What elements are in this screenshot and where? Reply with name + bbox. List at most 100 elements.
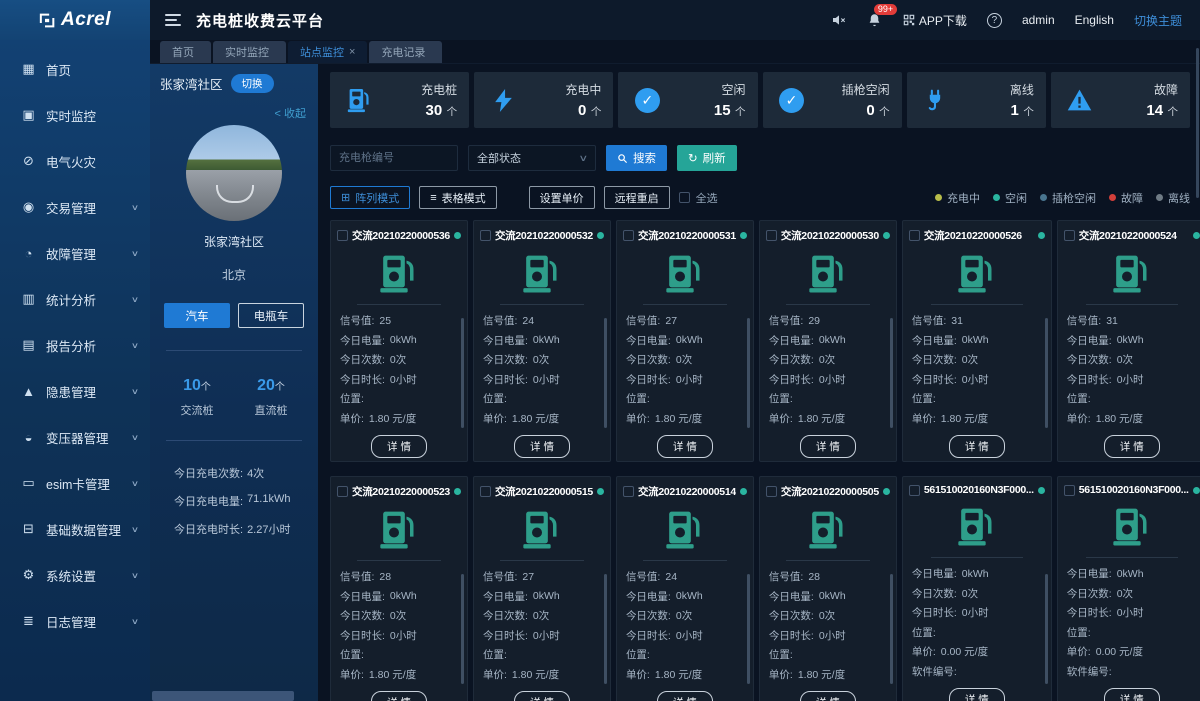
card-scrollbar[interactable] <box>889 318 893 428</box>
station-photo <box>186 125 282 221</box>
sidebar-item[interactable]: ◉ 交易管理 ∨ <box>0 184 150 230</box>
detail-button[interactable]: 详情 <box>513 435 570 458</box>
charger-field: 今日次数: 0次 <box>483 350 602 370</box>
charger-checkbox[interactable] <box>765 486 777 497</box>
sidebar-item[interactable]: ▭ esim卡管理 ∨ <box>0 460 150 506</box>
charger-checkbox[interactable] <box>479 486 491 497</box>
app-download-link[interactable]: APP下载 <box>902 12 967 29</box>
charger-checkbox[interactable] <box>1063 230 1075 241</box>
card-scrollbar[interactable] <box>603 318 607 428</box>
charger-checkbox[interactable] <box>1063 484 1075 496</box>
card-scrollbar[interactable] <box>889 574 893 684</box>
language-switch[interactable]: English <box>1075 13 1114 27</box>
sidebar-item[interactable]: ▥ 统计分析 ∨ <box>0 276 150 322</box>
charger-card: 交流20210220000526 信号值: 31 今日电量: 0kWh 今日次数… <box>901 220 1052 462</box>
gun-number-input[interactable] <box>330 145 458 171</box>
detail-button[interactable]: 详情 <box>1103 435 1160 458</box>
tab[interactable]: 实时监控 <box>213 41 286 63</box>
card-scrollbar[interactable] <box>1044 574 1048 684</box>
charger-field: 位置: <box>1067 623 1198 643</box>
sidebar-item[interactable]: ≣ 日志管理 ∨ <box>0 598 150 644</box>
charger-checkbox[interactable] <box>479 230 491 241</box>
close-icon[interactable]: × <box>349 46 355 58</box>
charger-checkbox[interactable] <box>765 230 777 241</box>
detail-button[interactable]: 详情 <box>370 691 427 701</box>
detail-button[interactable]: 详情 <box>948 688 1005 701</box>
field-value: 0次 <box>961 587 979 600</box>
vehicle-type-button[interactable]: 汽车 <box>164 303 230 328</box>
charger-checkbox[interactable] <box>622 486 634 497</box>
help-icon[interactable]: ? <box>986 12 1002 28</box>
tab[interactable]: 站点监控 × <box>288 41 368 63</box>
menu-collapse-icon[interactable] <box>150 0 196 40</box>
tab[interactable]: 充电记录 <box>369 41 443 63</box>
panel-scrollbar[interactable] <box>152 691 294 701</box>
card-scrollbar[interactable] <box>460 318 464 428</box>
detail-button[interactable]: 详情 <box>656 435 713 458</box>
summary-card-value: 0 <box>866 101 875 119</box>
sidebar-item[interactable]: ⊟ 基础数据管理 ∨ <box>0 506 150 552</box>
card-scrollbar[interactable] <box>460 574 464 684</box>
checkbox-icon[interactable] <box>678 192 690 203</box>
sidebar-item[interactable]: ▤ 报告分析 ∨ <box>0 322 150 368</box>
tab-label: 实时监控 <box>225 47 269 59</box>
username[interactable]: admin <box>1022 13 1055 27</box>
sidebar-item[interactable]: ▣ 实时监控 <box>0 92 150 138</box>
sidebar-item[interactable]: ◒ 变压器管理 ∨ <box>0 414 150 460</box>
charger-checkbox[interactable] <box>908 484 920 496</box>
remote-restart-button[interactable]: 远程重启 <box>603 186 670 209</box>
detail-button[interactable]: 详情 <box>1103 688 1160 701</box>
mode-toolbar: ⊞ 阵列模式 ≡ 表格模式 设置单价 远程重启 全选 充电中 空闲 插枪空闲 故… <box>330 186 1190 209</box>
detail-button[interactable]: 详情 <box>656 691 713 701</box>
detail-button[interactable]: 详情 <box>799 691 856 701</box>
field-value: 0小时 <box>818 629 846 642</box>
detail-button[interactable]: 详情 <box>948 435 1005 458</box>
card-scrollbar[interactable] <box>603 574 607 684</box>
detail-button[interactable]: 详情 <box>799 435 856 458</box>
grid-mode-button[interactable]: ⊞ 阵列模式 <box>330 186 411 209</box>
field-label: 信号值: <box>482 571 518 584</box>
tab[interactable]: 首页 <box>160 41 211 63</box>
charging-pile-icon <box>760 509 896 551</box>
select-all-checkbox[interactable]: 全选 <box>678 190 718 206</box>
sidebar-item-label: 系统设置 <box>46 569 97 584</box>
charger-checkbox[interactable] <box>337 230 348 241</box>
field-value: 0次 <box>675 610 693 623</box>
charger-checkbox[interactable] <box>337 486 348 497</box>
field-label: 今日次数: <box>911 354 957 367</box>
sidebar-item[interactable]: ▲ 隐患管理 ∨ <box>0 368 150 414</box>
sidebar-item[interactable]: ⚙ 系统设置 ∨ <box>0 552 150 598</box>
collapse-panel-link[interactable]: < 收起 <box>160 105 306 121</box>
refresh-button[interactable]: ↻ 刷新 <box>677 145 737 171</box>
sidebar-item-label: esim卡管理 <box>46 477 110 492</box>
table-mode-button[interactable]: ≡ 表格模式 <box>419 186 497 209</box>
theme-switch[interactable]: 切换主题 <box>1134 12 1182 29</box>
search-button[interactable]: 搜索 <box>606 145 667 171</box>
charger-checkbox[interactable] <box>908 230 920 241</box>
sidebar-item[interactable]: ⊘ 电气火灾 <box>0 138 150 184</box>
charger-checkbox[interactable] <box>622 230 634 241</box>
vehicle-type-button[interactable]: 电瓶车 <box>238 303 304 328</box>
field-label: 今日次数: <box>768 354 814 367</box>
chevron-down-icon: ∨ <box>130 524 140 534</box>
status-select[interactable]: 全部状态 ∨ <box>468 145 596 171</box>
summary-cards: 充电桩 30 个 充电中 0 个 ✓ 空闲 15 个 ✓ 插枪空闲 0 个 离线… <box>330 72 1190 128</box>
sidebar-item[interactable]: ▦ 首页 <box>0 46 150 92</box>
switch-station-button[interactable]: 切换 <box>230 73 274 93</box>
card-scrollbar[interactable] <box>746 318 750 428</box>
card-scrollbar[interactable] <box>746 574 750 684</box>
card-scrollbar[interactable] <box>1044 318 1048 428</box>
sidebar-item[interactable]: ◔ 故障管理 ∨ <box>0 230 150 276</box>
legend-item: 故障 <box>1109 190 1143 206</box>
refresh-icon: ↻ <box>688 153 698 165</box>
window-scrollbar[interactable] <box>1196 48 1199 198</box>
mute-icon[interactable] <box>831 12 847 28</box>
detail-button[interactable]: 详情 <box>370 435 427 458</box>
charger-field: 位置: <box>340 645 459 665</box>
detail-button[interactable]: 详情 <box>513 691 570 701</box>
field-label: 今日电量: <box>482 334 528 347</box>
set-price-button[interactable]: 设置单价 <box>528 186 595 209</box>
charger-field: 信号值: 28 <box>769 567 888 587</box>
field-label: 位置: <box>340 649 364 662</box>
notification-bell-icon[interactable]: 99+ <box>867 3 898 28</box>
